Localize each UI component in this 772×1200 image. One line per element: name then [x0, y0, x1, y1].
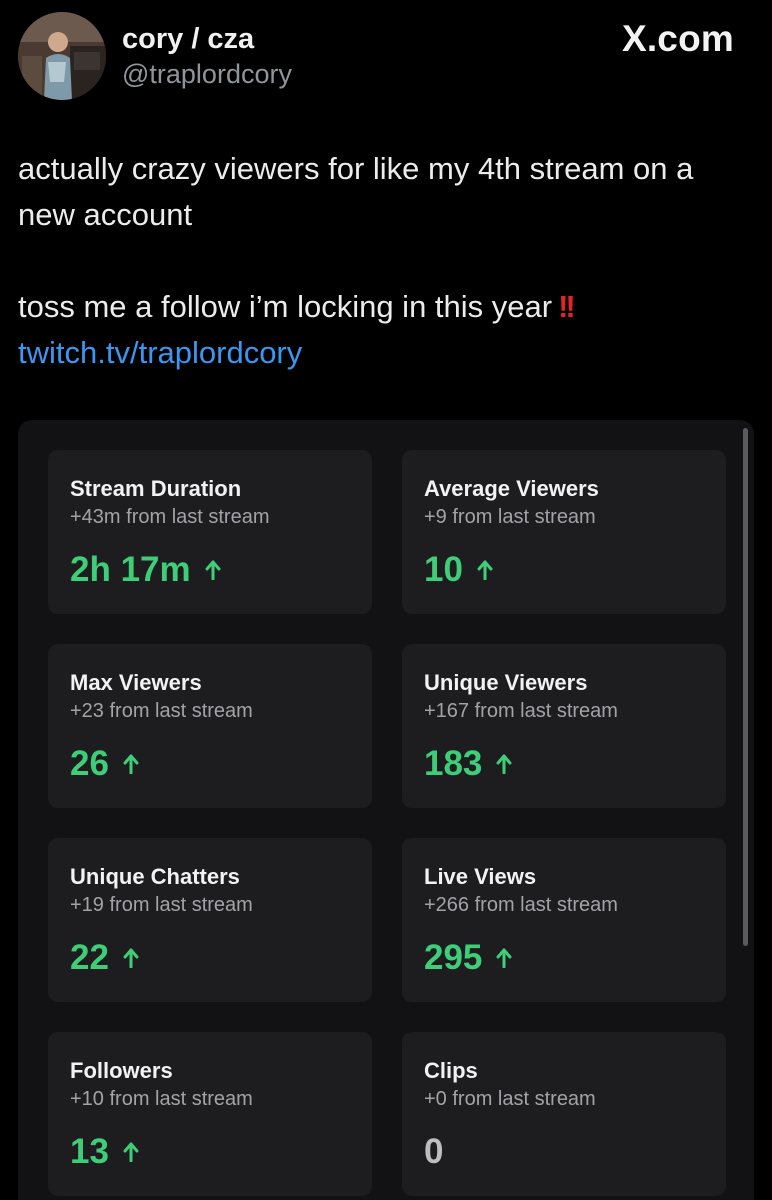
tweet-body: actually crazy viewers for like my 4th s…	[18, 146, 758, 376]
stat-label: Max Viewers	[70, 670, 202, 695]
arrow-up-icon	[123, 754, 139, 774]
stat-card: Average Viewers +9 from last stream 10	[402, 450, 726, 614]
tweet-text-line: toss me a follow i’m locking in this yea…	[18, 284, 758, 330]
stat-card: Live Views +266 from last stream 295	[402, 838, 726, 1002]
stat-label: Followers	[70, 1058, 173, 1083]
arrow-up-icon	[205, 560, 221, 580]
double-exclamation-icon: !!	[558, 289, 576, 324]
stat-card: Stream Duration +43m from last stream 2h 1…	[48, 450, 372, 614]
stat-value-row: 183	[424, 744, 512, 784]
arrow-up-icon	[123, 948, 139, 968]
stat-value-row: 2h 17m	[70, 550, 221, 590]
stat-delta: +0 from last stream	[424, 1088, 596, 1110]
stat-card: Max Viewers +23 from last stream 26	[48, 644, 372, 808]
stat-label: Stream Duration	[70, 476, 242, 501]
display-name[interactable]: cory / cza	[122, 22, 292, 56]
stat-card: Clips +0 from last stream 0	[402, 1032, 726, 1196]
stat-card: Unique Chatters +19 from last stream 22	[48, 838, 372, 1002]
stat-delta: +266 from last stream	[424, 894, 618, 916]
stat-card: Followers +10 from last stream 13	[48, 1032, 372, 1196]
stat-value: 10	[424, 550, 463, 589]
scrollbar[interactable]	[743, 428, 748, 946]
avatar[interactable]	[18, 12, 106, 100]
tweet-screenshot: cory / cza @traplordcory X.com actually …	[0, 0, 772, 1200]
author-block: cory / cza @traplordcory	[122, 22, 292, 91]
arrow-up-icon	[496, 948, 512, 968]
tweet-text: toss me a follow i’m locking in this yea…	[18, 289, 553, 324]
stat-delta: +9 from last stream	[424, 506, 596, 528]
stat-value: 2h 17m	[70, 550, 191, 589]
stat-value-row: 10	[424, 550, 493, 590]
stat-delta: +23 from last stream	[70, 700, 253, 722]
arrow-up-icon	[477, 560, 493, 580]
stat-label: Average Viewers	[424, 476, 599, 501]
stat-value-row: 22	[70, 938, 139, 978]
stat-value-row: 0	[424, 1132, 443, 1172]
stat-value-row: 13	[70, 1132, 139, 1172]
stat-label: Live Views	[424, 864, 537, 889]
arrow-up-icon	[123, 1142, 139, 1162]
stat-value: 0	[424, 1132, 444, 1171]
stat-delta: +43m from last stream	[70, 506, 270, 528]
stat-value: 183	[424, 744, 483, 783]
user-handle[interactable]: @traplordcory	[122, 57, 292, 91]
brand-logo: X.com	[621, 18, 734, 59]
avatar-photo	[18, 12, 106, 100]
tweet-text-line: actually crazy viewers for like my 4th s…	[18, 151, 694, 232]
stat-value: 13	[70, 1132, 109, 1171]
twitch-link[interactable]: twitch.tv/traplordcory	[18, 330, 302, 376]
stat-label: Unique Viewers	[424, 670, 588, 695]
stat-value: 26	[70, 744, 109, 783]
stat-card: Unique Viewers +167 from last stream 183	[402, 644, 726, 808]
stat-label: Unique Chatters	[70, 864, 240, 889]
stat-label: Clips	[424, 1058, 478, 1083]
stat-value-row: 295	[424, 938, 512, 978]
stat-value: 295	[424, 938, 483, 977]
stat-value: 22	[70, 938, 109, 977]
stat-value-row: 26	[70, 744, 139, 784]
stat-delta: +10 from last stream	[70, 1088, 253, 1110]
stat-delta: +167 from last stream	[424, 700, 618, 722]
arrow-up-icon	[496, 754, 512, 774]
stat-delta: +19 from last stream	[70, 894, 253, 916]
